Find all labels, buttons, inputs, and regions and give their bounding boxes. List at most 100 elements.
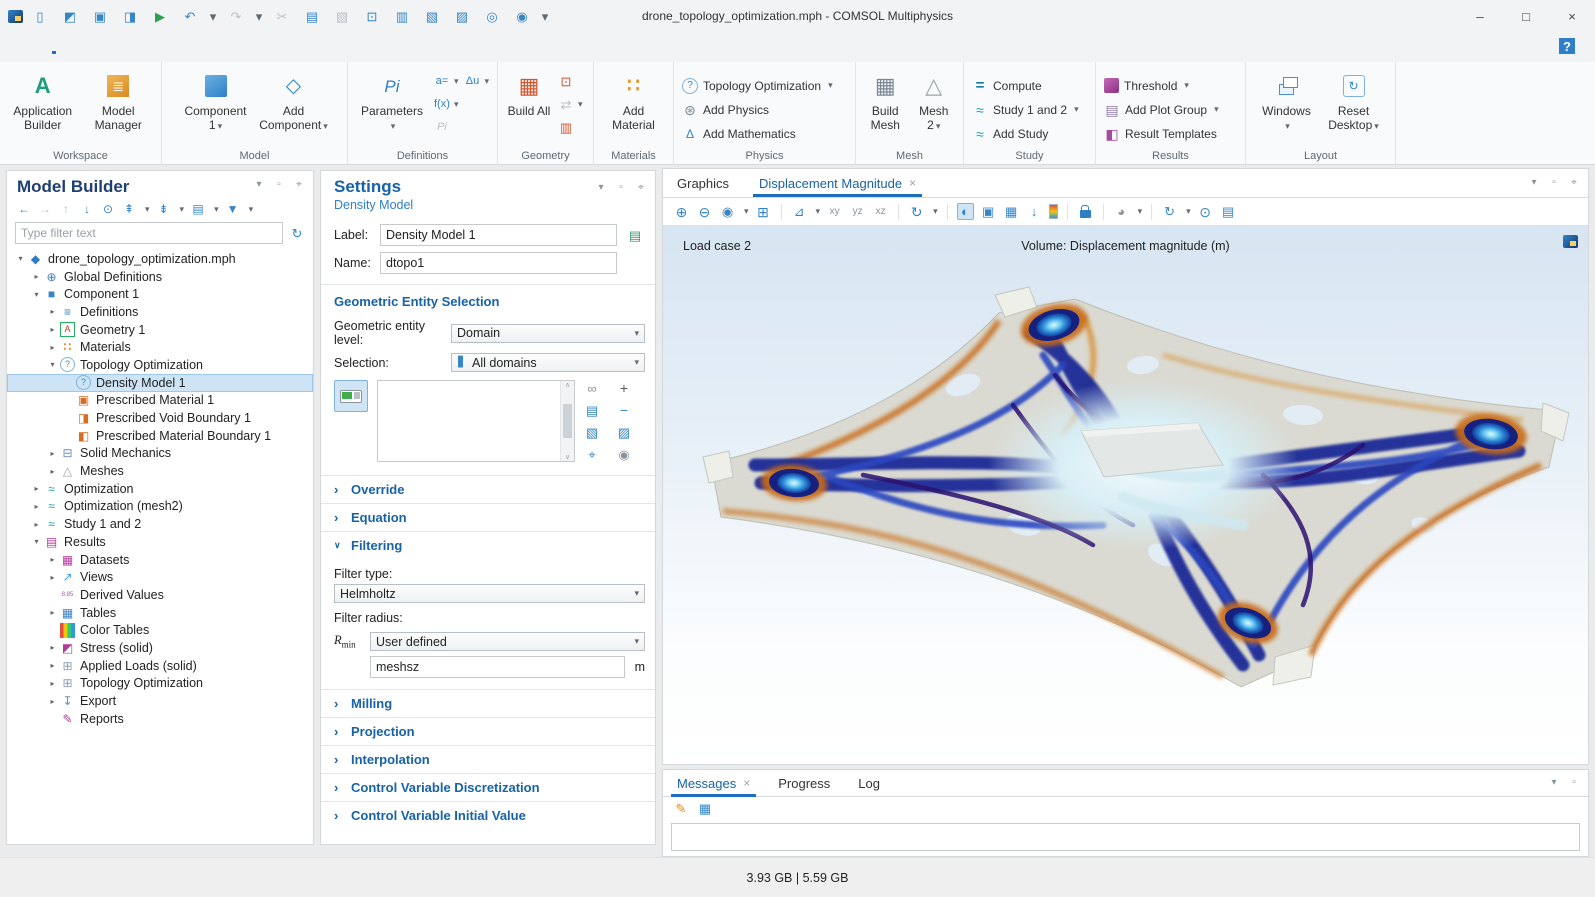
run-button[interactable]: ▶ bbox=[147, 4, 173, 28]
study-button[interactable]: ≈ Study 1 and 2 ▾ bbox=[972, 100, 1087, 119]
view-xz-button[interactable]: xz bbox=[872, 203, 889, 220]
graphics-tab[interactable]: Displacement Magnitude × bbox=[759, 169, 916, 197]
open-file-button[interactable]: ◩ bbox=[57, 4, 83, 28]
filter-radius-select[interactable]: User defined ▾ bbox=[370, 632, 645, 651]
ribbon-tab[interactable] bbox=[42, 41, 66, 54]
ribbon-tab[interactable] bbox=[186, 41, 210, 54]
build-mesh-button[interactable]: ▦ Build Mesh bbox=[864, 68, 907, 133]
tree-item[interactable]: ▸ ◩ Stress (solid) bbox=[7, 639, 313, 657]
tree-expander[interactable]: ▸ bbox=[29, 502, 44, 511]
messages-output[interactable] bbox=[671, 823, 1580, 851]
variables-button[interactable]: a=▾ bbox=[434, 72, 459, 90]
tree-item[interactable]: ▸ ▦ Tables bbox=[7, 604, 313, 622]
scroll-up-icon[interactable]: ∧ bbox=[565, 381, 570, 389]
add-to-selection-button[interactable]: + bbox=[616, 380, 632, 396]
active-toggle-button[interactable] bbox=[334, 380, 368, 412]
tree-expander[interactable]: ▸ bbox=[45, 555, 60, 564]
tree-item[interactable]: ▸ ↧ Export bbox=[7, 692, 313, 710]
add-study-button[interactable]: ≈ Add Study bbox=[972, 124, 1087, 143]
minimize-button[interactable]: – bbox=[1457, 0, 1503, 32]
tree-item[interactable]: ▸ A Geometry 1 bbox=[7, 321, 313, 339]
result-templates-button[interactable]: ◧ Result Templates bbox=[1104, 124, 1237, 143]
mesh-button[interactable]: △ Mesh 2▾ bbox=[913, 68, 956, 133]
tree-item[interactable]: ▸ ⊟ Solid Mechanics bbox=[7, 445, 313, 463]
functions-button[interactable]: f(x)▾ bbox=[434, 95, 459, 113]
panel-float-icon[interactable]: ▫ bbox=[615, 182, 627, 194]
zoom-in-button[interactable]: ⊕ bbox=[673, 203, 690, 220]
chevron-down-icon[interactable]: ▾ bbox=[145, 204, 150, 215]
add-material-button[interactable]: ∷ Add Material bbox=[604, 68, 664, 133]
ribbon-tab[interactable] bbox=[114, 41, 138, 54]
chevron-down-icon[interactable]: ▾ bbox=[249, 204, 254, 215]
zoom-extents-button[interactable]: ⊞ bbox=[755, 203, 772, 220]
nonlocal-couplings-button[interactable]: Δu▾ bbox=[464, 72, 489, 90]
settings-section-header[interactable]: › Equation bbox=[321, 503, 655, 531]
physics-interface-button[interactable]: ? Topology Optimization ▾ bbox=[682, 76, 847, 95]
scene-light-button[interactable]: ◐ bbox=[957, 203, 974, 220]
panel-splitter[interactable] bbox=[662, 765, 1589, 769]
undo-button[interactable]: ↶ bbox=[177, 4, 203, 28]
graphics-tab[interactable]: Graphics × bbox=[677, 169, 729, 197]
build-all-button[interactable]: ▦ Build All bbox=[506, 68, 552, 118]
forward-button[interactable]: → bbox=[38, 202, 52, 216]
list-scrollbar[interactable]: ∧ ∨ bbox=[560, 381, 574, 461]
undo-dropdown[interactable]: ▾ bbox=[207, 4, 219, 28]
tree-expander[interactable]: ▸ bbox=[29, 520, 44, 529]
ribbon-tab[interactable] bbox=[162, 41, 186, 54]
settings-section-header[interactable]: › Override bbox=[321, 475, 655, 503]
lock-view-button[interactable] bbox=[1077, 203, 1094, 220]
panel-float-icon[interactable]: ▫ bbox=[1568, 777, 1580, 789]
view-yz-button[interactable]: yz bbox=[849, 203, 866, 220]
tree-expander[interactable]: ▸ bbox=[45, 573, 60, 582]
show-button[interactable]: ⊙ bbox=[101, 202, 115, 216]
chevron-down-icon[interactable]: ▾ bbox=[816, 206, 821, 217]
zoom-out-button[interactable]: ⊖ bbox=[696, 203, 713, 220]
scrollbar-thumb[interactable] bbox=[563, 404, 572, 438]
reset-desktop-button[interactable]: ↻ Reset Desktop▾ bbox=[1323, 68, 1385, 133]
tree-item[interactable]: ▸ △ Meshes bbox=[7, 462, 313, 480]
domain-selection-list[interactable]: ∧ ∨ bbox=[377, 380, 575, 462]
ribbon-tab[interactable] bbox=[18, 41, 42, 54]
close-tab-icon[interactable]: × bbox=[743, 776, 750, 790]
tree-expander[interactable]: ▾ bbox=[29, 290, 44, 299]
messages-tab[interactable]: Messages × bbox=[677, 769, 750, 797]
grid-button[interactable]: ▦ bbox=[1003, 203, 1020, 220]
threshold-button[interactable]: Threshold ▾ bbox=[1104, 76, 1237, 95]
remove-from-selection-button[interactable]: − bbox=[616, 402, 632, 418]
print-button[interactable]: ▤ bbox=[1220, 203, 1237, 220]
filter-radius-input[interactable] bbox=[370, 656, 625, 678]
ribbon-tab[interactable] bbox=[66, 41, 90, 54]
tree-expander[interactable]: ▸ bbox=[45, 643, 60, 652]
move-down-button[interactable]: ↓ bbox=[80, 202, 94, 216]
tree-expander[interactable]: ▸ bbox=[45, 449, 60, 458]
settings-section-header[interactable]: › Control Variable Initial Value bbox=[321, 801, 655, 829]
tree-item[interactable]: ▸ ⊕ Global Definitions bbox=[7, 268, 313, 286]
tree-item[interactable]: ▸ ⊞ Applied Loads (solid) bbox=[7, 657, 313, 675]
compute-button[interactable]: = Compute bbox=[972, 76, 1087, 95]
panel-menu-icon[interactable]: ▾ bbox=[595, 182, 607, 194]
expand-all-button[interactable]: ⇟ bbox=[157, 202, 171, 216]
close-tab-icon[interactable]: × bbox=[909, 176, 916, 190]
tree-expander[interactable]: ▸ bbox=[45, 608, 60, 617]
create-selection-button[interactable]: ∞ bbox=[584, 380, 600, 396]
chevron-down-icon[interactable]: ▾ bbox=[214, 204, 219, 215]
tree-expander[interactable]: ▸ bbox=[45, 343, 60, 352]
model-tree-nodes-button[interactable]: ▤ bbox=[191, 202, 205, 216]
panel-splitter[interactable] bbox=[656, 170, 662, 845]
clear-selection-button[interactable]: ▨ bbox=[616, 424, 632, 440]
maximize-button[interactable]: □ bbox=[1503, 0, 1549, 32]
tree-item[interactable]: ? Density Model 1 bbox=[7, 374, 313, 392]
settings-section-header[interactable]: › Interpolation bbox=[321, 745, 655, 773]
chevron-down-icon[interactable]: ▾ bbox=[1186, 206, 1191, 217]
ribbon-tab[interactable] bbox=[234, 41, 258, 54]
tree-item[interactable]: ▾ ▤ Results bbox=[7, 533, 313, 551]
deselect-button[interactable]: ▨ bbox=[449, 4, 475, 28]
tree-expander[interactable]: ▸ bbox=[45, 661, 60, 670]
rotate-view-button[interactable]: ↻ bbox=[908, 203, 925, 220]
table-message-button[interactable]: ▦ bbox=[697, 800, 713, 816]
settings-section-header[interactable]: › Projection bbox=[321, 717, 655, 745]
panel-pin-icon[interactable]: ⌖ bbox=[293, 179, 305, 191]
panel-float-icon[interactable]: ▫ bbox=[273, 179, 285, 191]
application-builder-button[interactable]: A Application Builder bbox=[8, 68, 78, 133]
copy-button[interactable]: ▤ bbox=[299, 4, 325, 28]
